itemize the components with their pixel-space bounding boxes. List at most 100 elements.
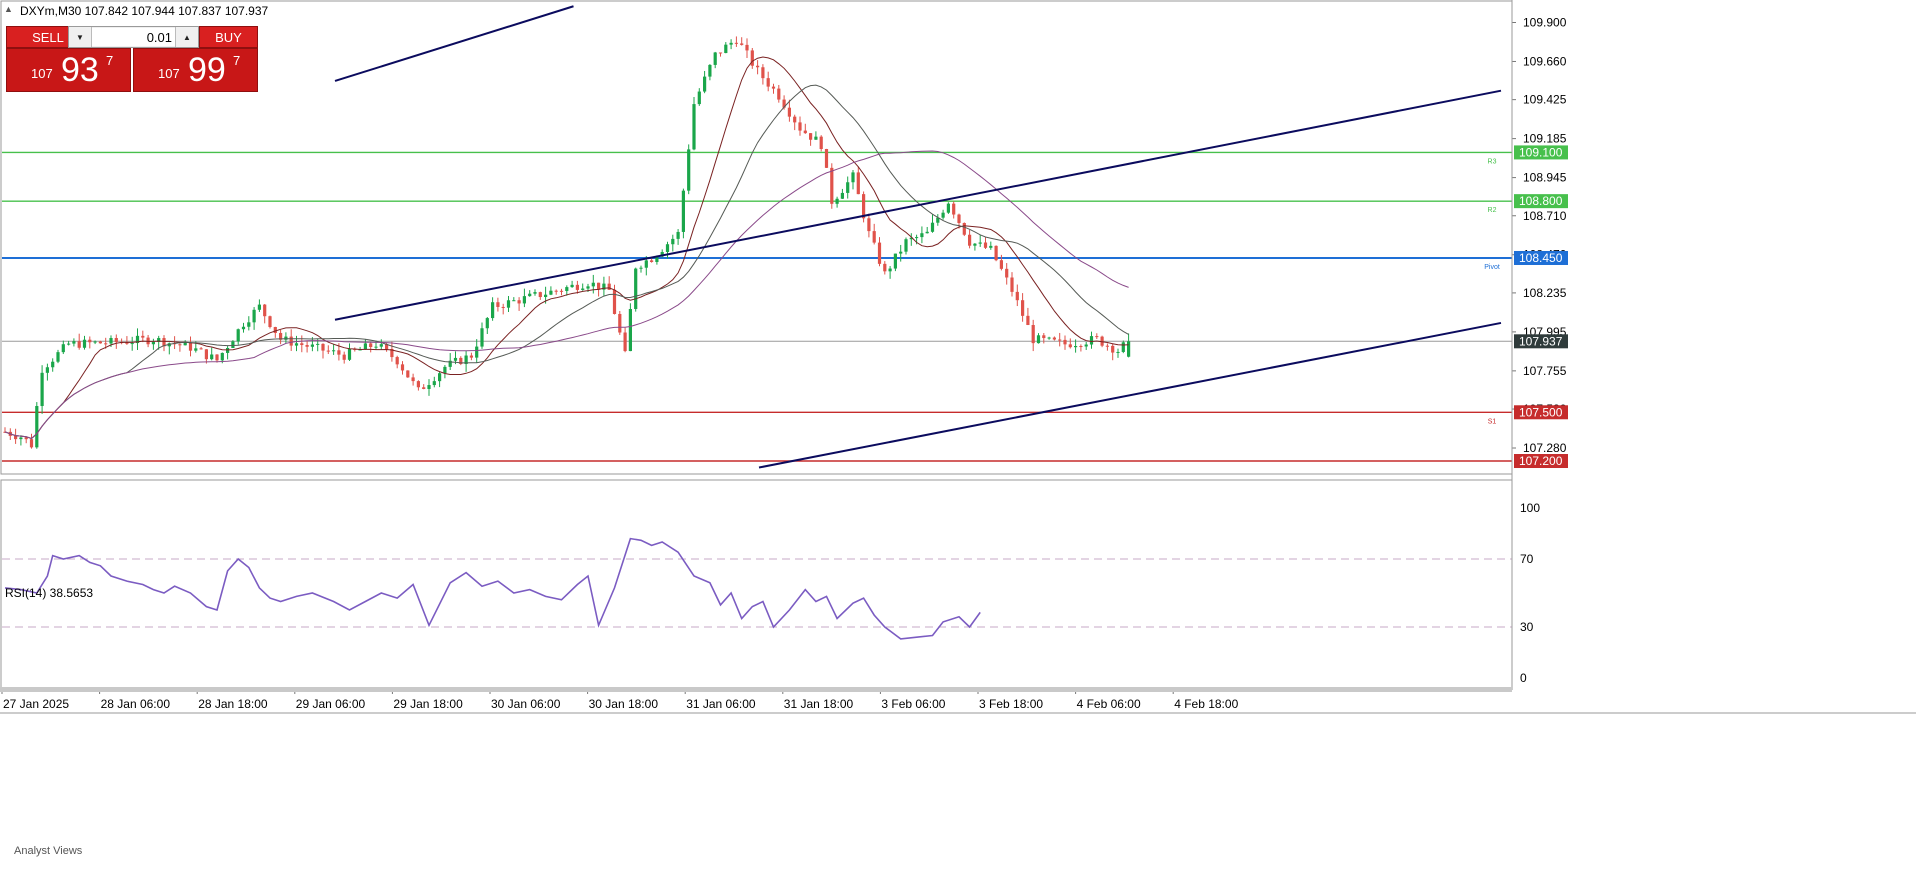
candle-body[interactable] (634, 268, 638, 310)
candle-body[interactable] (899, 251, 903, 254)
candle-body[interactable] (877, 242, 882, 264)
candle-body[interactable] (883, 263, 887, 272)
candle-body[interactable] (824, 148, 829, 168)
candle-body[interactable] (665, 244, 670, 253)
candle-body[interactable] (893, 253, 897, 269)
candle-body[interactable] (952, 203, 956, 215)
candle-body[interactable] (1015, 291, 1019, 301)
candle-body[interactable] (263, 304, 267, 317)
candle-body[interactable] (957, 214, 961, 224)
candle-body[interactable] (1042, 335, 1046, 339)
candle-body[interactable] (1121, 342, 1125, 352)
candle-body[interactable] (835, 198, 839, 204)
candle-body[interactable] (713, 52, 717, 65)
candle-body[interactable] (607, 283, 611, 290)
candle-body[interactable] (777, 88, 781, 100)
candle-body[interactable] (697, 91, 701, 105)
candle-body[interactable] (559, 290, 564, 292)
sell-price-button[interactable]: 107 93 7 (6, 48, 131, 92)
candle-body[interactable] (708, 64, 712, 77)
candle-body[interactable] (978, 242, 982, 244)
candle-body[interactable] (1031, 325, 1035, 344)
candle-body[interactable] (533, 292, 537, 294)
candle-body[interactable] (570, 284, 574, 288)
candle-body[interactable] (305, 345, 309, 347)
candle-body[interactable] (1058, 339, 1062, 341)
candle-body[interactable] (496, 302, 500, 307)
candle-body[interactable] (337, 350, 341, 355)
candle-body[interactable] (729, 42, 733, 45)
candle-body[interactable] (252, 309, 256, 323)
candle-body[interactable] (528, 293, 532, 297)
candle-body[interactable] (544, 294, 548, 298)
candle-body[interactable] (411, 377, 415, 382)
candle-body[interactable] (321, 343, 325, 351)
candle-body[interactable] (687, 149, 691, 191)
candle-body[interactable] (809, 133, 813, 140)
candle-body[interactable] (549, 290, 553, 295)
chart-menu-icon[interactable]: ▲ (4, 4, 13, 14)
candle-body[interactable] (941, 212, 945, 218)
chevron-up-icon[interactable]: ▲ (175, 27, 198, 47)
candle-body[interactable] (1095, 336, 1099, 338)
candle-body[interactable] (231, 341, 235, 348)
candle-body[interactable] (416, 381, 420, 388)
candle-body[interactable] (846, 182, 850, 193)
candle-body[interactable] (803, 130, 807, 134)
candle-body[interactable] (1074, 346, 1078, 348)
candle-body[interactable] (485, 318, 489, 329)
candle-body[interactable] (273, 327, 277, 333)
candle-body[interactable] (766, 78, 770, 87)
candle-body[interactable] (194, 348, 198, 351)
candle-body[interactable] (1063, 339, 1067, 345)
candle-body[interactable] (151, 341, 155, 345)
candle-body[interactable] (591, 282, 595, 287)
candle-body[interactable] (114, 338, 118, 343)
candle-body[interactable] (1127, 341, 1131, 357)
candle-body[interactable] (24, 437, 28, 440)
candle-body[interactable] (1047, 337, 1051, 339)
candle-body[interactable] (501, 306, 505, 308)
candle-body[interactable] (98, 341, 102, 344)
candle-body[interactable] (289, 336, 293, 346)
candle-body[interactable] (443, 366, 447, 374)
candle-body[interactable] (1026, 315, 1030, 326)
candle-body[interactable] (215, 354, 219, 361)
candle-body[interactable] (130, 343, 134, 345)
candle-body[interactable] (395, 357, 399, 365)
candle-body[interactable] (453, 357, 458, 361)
candle-body[interactable] (475, 346, 479, 358)
candle-body[interactable] (650, 260, 654, 262)
candle-body[interactable] (872, 231, 876, 243)
candle-body[interactable] (745, 44, 749, 51)
candle-body[interactable] (925, 231, 929, 234)
candle-body[interactable] (104, 343, 108, 345)
candle-body[interactable] (210, 354, 214, 360)
candle-body[interactable] (77, 341, 81, 348)
buy-button[interactable]: BUY (199, 26, 258, 48)
candle-body[interactable] (82, 339, 87, 348)
candle-body[interactable] (703, 76, 707, 92)
candle-body[interactable] (88, 339, 92, 343)
candle-body[interactable] (35, 406, 39, 448)
candle-body[interactable] (226, 347, 230, 353)
candle-body[interactable] (946, 203, 950, 213)
candle-body[interactable] (787, 107, 791, 117)
candle-body[interactable] (67, 343, 71, 345)
candle-body[interactable] (623, 332, 627, 352)
candle-body[interactable] (1010, 277, 1014, 292)
candle-body[interactable] (851, 172, 855, 183)
candle-body[interactable] (220, 352, 224, 361)
candle-body[interactable] (538, 292, 542, 298)
candle-body[interactable] (316, 343, 320, 345)
candle-body[interactable] (14, 435, 18, 440)
candle-body[interactable] (798, 122, 802, 131)
candle-body[interactable] (257, 304, 261, 310)
candle-body[interactable] (19, 437, 23, 440)
candle-body[interactable] (1084, 344, 1088, 347)
candle-body[interactable] (999, 260, 1003, 269)
candle-body[interactable] (432, 381, 436, 386)
candle-body[interactable] (581, 288, 585, 290)
candle-body[interactable] (374, 346, 378, 348)
candle-body[interactable] (994, 245, 998, 261)
